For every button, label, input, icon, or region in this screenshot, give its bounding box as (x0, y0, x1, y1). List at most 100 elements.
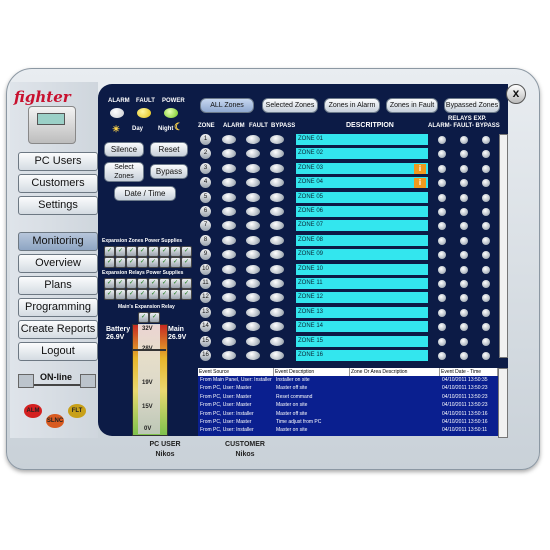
zone-description[interactable]: ZONE 14 (296, 321, 428, 333)
relay-cols-header: ALARM- FAULT- BYPASS (428, 123, 500, 129)
zone-description[interactable]: ZONE 09 (296, 249, 428, 261)
zone-alarm-led[interactable] (222, 264, 236, 274)
zone-warning-icon[interactable]: i (414, 163, 426, 174)
relay-alarm-led (438, 164, 446, 173)
log-scrollbar[interactable] (498, 368, 508, 438)
zone-bypass-led[interactable] (270, 192, 284, 202)
zone-alarm-led[interactable] (222, 192, 236, 202)
close-button[interactable]: x (506, 84, 526, 104)
zone-bypass-led[interactable] (270, 307, 284, 317)
zone-description[interactable]: ZONE 11 (296, 278, 428, 289)
filter-bypassed-zones[interactable]: Bypassed Zones (444, 98, 500, 113)
zone-bypass-led[interactable] (270, 135, 284, 144)
zone-number[interactable]: 15 (200, 335, 211, 347)
zone-fault-led[interactable] (246, 279, 260, 288)
zone-warning-icon[interactable]: i (414, 178, 426, 189)
zone-description[interactable]: ZONE 16 (296, 350, 428, 361)
zone-description[interactable]: ZONE 02 (296, 148, 428, 160)
log-cell: From PC, User: Master (200, 402, 252, 409)
zone-description[interactable]: ZONE 13 (296, 306, 428, 318)
event-log: Event Source Event Description Zone Or A… (198, 368, 498, 436)
nav-overview[interactable]: Overview (18, 254, 98, 273)
zone-number[interactable]: 10 (200, 263, 211, 275)
zone-number[interactable]: 11 (200, 278, 211, 289)
zone-fault-led[interactable] (246, 307, 260, 317)
zone-number[interactable]: 6 (200, 206, 211, 217)
nav-pc-users[interactable]: PC Users (18, 152, 98, 171)
zone-fault-led[interactable] (246, 207, 260, 216)
filter-zones-in-fault[interactable]: Zones in Fault (386, 98, 438, 113)
filter-all-zones[interactable]: ALL Zones (200, 98, 254, 113)
connection-line (34, 384, 80, 386)
night-label: Night (158, 126, 174, 132)
zone-number[interactable]: 13 (200, 306, 211, 318)
zone-fault-led[interactable] (246, 192, 260, 202)
silence-lamp: SLNC (46, 414, 64, 428)
zone-list-scrollbar[interactable] (499, 134, 508, 358)
expansion-relay-cell: ✓ (170, 289, 181, 300)
zone-alarm-led[interactable] (222, 207, 236, 216)
expansion-relay-cell: ✓ (170, 278, 181, 289)
zone-number[interactable]: 16 (200, 350, 211, 361)
zone-fault-led[interactable] (246, 163, 260, 173)
zone-description[interactable]: ZONE 01 (296, 134, 428, 145)
expansion-relay-cell: ✓ (126, 278, 137, 289)
zone-alarm-led[interactable] (222, 235, 236, 245)
zone-fault-led[interactable] (246, 336, 260, 346)
expansion-relay-cell: ✓ (137, 278, 148, 289)
alarm-indicator-label: ALARM (108, 98, 130, 104)
select-zones-button[interactable]: Select Zones (104, 162, 144, 182)
zone-fault-led[interactable] (246, 264, 260, 274)
reset-button[interactable]: Reset (150, 142, 188, 157)
fault-col-header: FAULT (249, 123, 268, 129)
zone-alarm-led[interactable] (222, 163, 236, 173)
zone-bypass-led[interactable] (270, 264, 284, 274)
nav-create-reports[interactable]: Create Reports (18, 320, 98, 339)
zone-alarm-led[interactable] (222, 279, 236, 288)
zone-number[interactable]: 1 (200, 134, 211, 145)
zone-bypass-led[interactable] (270, 279, 284, 288)
filter-selected-zones[interactable]: Selected Zones (262, 98, 318, 113)
date-time-button[interactable]: Date / Time (114, 186, 176, 201)
zone-fault-led[interactable] (246, 235, 260, 245)
zone-alarm-led[interactable] (222, 351, 236, 360)
zone-bypass-led[interactable] (270, 336, 284, 346)
expansion-relay-cell: ✓ (104, 278, 115, 289)
zone-bypass-led[interactable] (270, 235, 284, 245)
zone-bypass-led[interactable] (270, 163, 284, 173)
zone-description[interactable]: ZONE 10 (296, 263, 428, 275)
nav-settings[interactable]: Settings (18, 196, 98, 215)
nav-customers[interactable]: Customers (18, 174, 98, 193)
relay-alarm-led (438, 280, 446, 288)
zone-description[interactable]: ZONE 08 (296, 234, 428, 246)
nav-monitoring[interactable]: Monitoring (18, 232, 98, 251)
zone-bypass-led[interactable] (270, 351, 284, 360)
zone-number[interactable]: 8 (200, 234, 211, 246)
zone-description[interactable]: ZONE 06 (296, 206, 428, 217)
zone-description[interactable]: ZONE 05 (296, 191, 428, 203)
zone-description[interactable]: ZONE 07 (296, 220, 428, 232)
expansion-zone-cell: ✓ (126, 246, 137, 257)
filter-zones-in-alarm[interactable]: Zones in Alarm (324, 98, 380, 113)
zone-description[interactable]: ZONE 04 (296, 177, 428, 189)
tab-customer[interactable]: CUSTOMER Nikos (200, 440, 290, 466)
log-cell: 04/10/2011 13:50:23 (442, 393, 488, 400)
nav-logout[interactable]: Logout (18, 342, 98, 361)
silence-button[interactable]: Silence (104, 142, 144, 157)
zone-description[interactable]: ZONE 15 (296, 335, 428, 347)
zone-description[interactable]: ZONE 03 (296, 162, 428, 174)
expansion-relay-cell: ✓ (159, 289, 170, 300)
zone-fault-led[interactable] (246, 351, 260, 360)
zone-alarm-led[interactable] (222, 135, 236, 144)
zone-bypass-led[interactable] (270, 207, 284, 216)
zone-fault-led[interactable] (246, 135, 260, 144)
zone-number[interactable]: 5 (200, 191, 211, 203)
zone-description[interactable]: ZONE 12 (296, 292, 428, 304)
bypass-button[interactable]: Bypass (150, 164, 188, 179)
nav-programming[interactable]: Programming (18, 298, 98, 317)
zone-number[interactable]: 3 (200, 162, 211, 174)
nav-plans[interactable]: Plans (18, 276, 98, 295)
zone-alarm-led[interactable] (222, 336, 236, 346)
zone-alarm-led[interactable] (222, 307, 236, 317)
tab-pc-user[interactable]: PC USER Nikos (120, 440, 210, 466)
